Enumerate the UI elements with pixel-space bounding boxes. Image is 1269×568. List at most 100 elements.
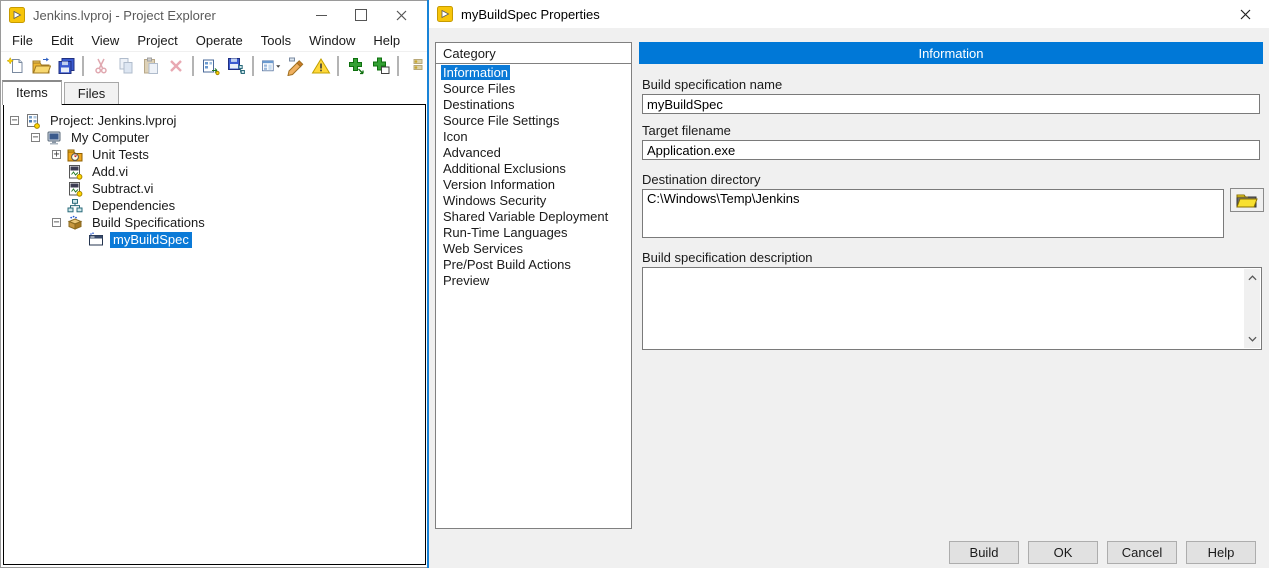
menu-project[interactable]: Project <box>128 31 186 50</box>
toolbar <box>1 51 427 80</box>
collapse-toggle-icon[interactable]: − <box>52 218 61 227</box>
tree-item-dependencies[interactable]: Dependencies <box>4 197 425 214</box>
category-additional-exclusions[interactable]: Additional Exclusions <box>436 161 631 177</box>
toolbar-separator <box>397 56 399 76</box>
tab-files[interactable]: Files <box>64 82 119 105</box>
toolbar-group <box>403 54 428 78</box>
dialog-close-button[interactable] <box>1225 0 1265 28</box>
scroll-down-button[interactable] <box>1245 332 1259 346</box>
project-explorer-window: Jenkins.lvproj - Project Explorer FileEd… <box>0 0 427 568</box>
vi-icon <box>67 164 84 180</box>
buildspec-name-input[interactable] <box>642 94 1260 114</box>
deploy-button[interactable] <box>198 54 223 78</box>
tree-item-subtract-vi[interactable]: Subtract.vi <box>4 180 425 197</box>
category-web-services[interactable]: Web Services <box>436 241 631 257</box>
new-file-button[interactable] <box>3 54 28 78</box>
category-label: Destinations <box>443 97 515 112</box>
toolbar-separator <box>192 56 194 76</box>
category-panel: Category InformationSource FilesDestinat… <box>435 42 632 529</box>
menu-window[interactable]: Window <box>300 31 364 50</box>
target-filename-label: Target filename <box>642 123 731 138</box>
category-pre-post-build-actions[interactable]: Pre/Post Build Actions <box>436 257 631 273</box>
edit-source-icon <box>286 56 306 76</box>
menu-file[interactable]: File <box>3 31 42 50</box>
category-icon[interactable]: Icon <box>436 129 631 145</box>
build-button[interactable]: Build <box>949 541 1019 564</box>
close-icon <box>396 10 407 21</box>
paste-button[interactable] <box>138 54 163 78</box>
category-label: Web Services <box>443 241 523 256</box>
category-label: Icon <box>443 129 468 144</box>
cut-button[interactable] <box>88 54 113 78</box>
destination-directory-input[interactable]: C:\Windows\Temp\Jenkins <box>642 189 1224 238</box>
unit-tests-folder-icon <box>67 147 84 163</box>
tree-item-add-vi[interactable]: Add.vi <box>4 163 425 180</box>
maximize-icon <box>355 9 367 21</box>
add-item-icon <box>371 56 391 76</box>
target-filename-input[interactable] <box>642 140 1260 160</box>
minimize-icon <box>316 15 327 16</box>
build-specs-icon <box>67 215 84 231</box>
copy-button[interactable] <box>113 54 138 78</box>
files-view-button[interactable] <box>258 54 283 78</box>
buildspec-name-label: Build specification name <box>642 77 782 92</box>
category-windows-security[interactable]: Windows Security <box>436 193 631 209</box>
category-list: InformationSource FilesDestinationsSourc… <box>436 64 631 289</box>
save-hierarchy-button[interactable] <box>223 54 248 78</box>
collapse-toggle-icon[interactable]: − <box>31 133 40 142</box>
tree-item-build-specifications[interactable]: −Build Specifications <box>4 214 425 231</box>
browse-folder-button[interactable] <box>1230 188 1264 212</box>
tree-item-unit-tests[interactable]: + Unit Tests <box>4 146 425 163</box>
buildspec-description-input[interactable] <box>643 268 1243 349</box>
category-source-files[interactable]: Source Files <box>436 81 631 97</box>
category-run-time-languages[interactable]: Run-Time Languages <box>436 225 631 241</box>
expand-toggle-icon[interactable]: + <box>52 150 61 159</box>
tree-item-project-jenkins-lvproj[interactable]: −Project: Jenkins.lvproj <box>4 112 425 129</box>
tree-item-my-computer[interactable]: −My Computer <box>4 129 425 146</box>
tree-item-label: Unit Tests <box>89 147 152 163</box>
description-scrollbar[interactable] <box>1244 269 1260 348</box>
add-item-button[interactable] <box>368 54 393 78</box>
project-tree: −Project: Jenkins.lvproj−My Computer + Uni… <box>3 104 426 565</box>
category-preview[interactable]: Preview <box>436 273 631 289</box>
category-advanced[interactable]: Advanced <box>436 145 631 161</box>
labview-app-icon <box>9 7 25 23</box>
open-folder-button[interactable] <box>28 54 53 78</box>
toolbar-separator <box>337 56 339 76</box>
collapse-toggle-icon[interactable]: − <box>10 116 19 125</box>
save-all-button[interactable] <box>53 54 78 78</box>
close-icon <box>1240 9 1251 20</box>
minimize-button[interactable] <box>301 1 341 29</box>
category-label: Advanced <box>443 145 501 160</box>
category-destinations[interactable]: Destinations <box>436 97 631 113</box>
category-source-file-settings[interactable]: Source File Settings <box>436 113 631 129</box>
delete-button[interactable] <box>163 54 188 78</box>
category-shared-variable-deployment[interactable]: Shared Variable Deployment <box>436 209 631 225</box>
menu-view[interactable]: View <box>82 31 128 50</box>
edit-source-button[interactable] <box>283 54 308 78</box>
chevron-up-icon <box>1248 275 1257 281</box>
ok-button[interactable]: OK <box>1028 541 1098 564</box>
close-button[interactable] <box>381 1 421 29</box>
menu-edit[interactable]: Edit <box>42 31 82 50</box>
menu-operate[interactable]: Operate <box>187 31 252 50</box>
help-button[interactable]: Help <box>1186 541 1256 564</box>
toolbar-separator <box>82 56 84 76</box>
cancel-button[interactable]: Cancel <box>1107 541 1177 564</box>
add-include-button[interactable] <box>343 54 368 78</box>
tab-items[interactable]: Items <box>2 80 62 105</box>
dialog-buttons: Build OK Cancel Help <box>949 541 1256 564</box>
category-version-information[interactable]: Version Information <box>436 177 631 193</box>
scroll-up-button[interactable] <box>1245 271 1259 285</box>
destination-directory-label: Destination directory <box>642 172 761 187</box>
menu-tools[interactable]: Tools <box>252 31 300 50</box>
tree-item-mybuildspec[interactable]: myBuildSpec <box>4 231 425 248</box>
menu-help[interactable]: Help <box>364 31 409 50</box>
warning-button[interactable] <box>308 54 333 78</box>
tab-bar: ItemsFiles <box>1 80 427 105</box>
category-information[interactable]: Information <box>436 65 631 81</box>
maximize-button[interactable] <box>341 1 381 29</box>
toolbar-group <box>343 54 393 78</box>
toolbar-group <box>258 54 333 78</box>
partial-toolbar-button[interactable] <box>403 54 428 78</box>
